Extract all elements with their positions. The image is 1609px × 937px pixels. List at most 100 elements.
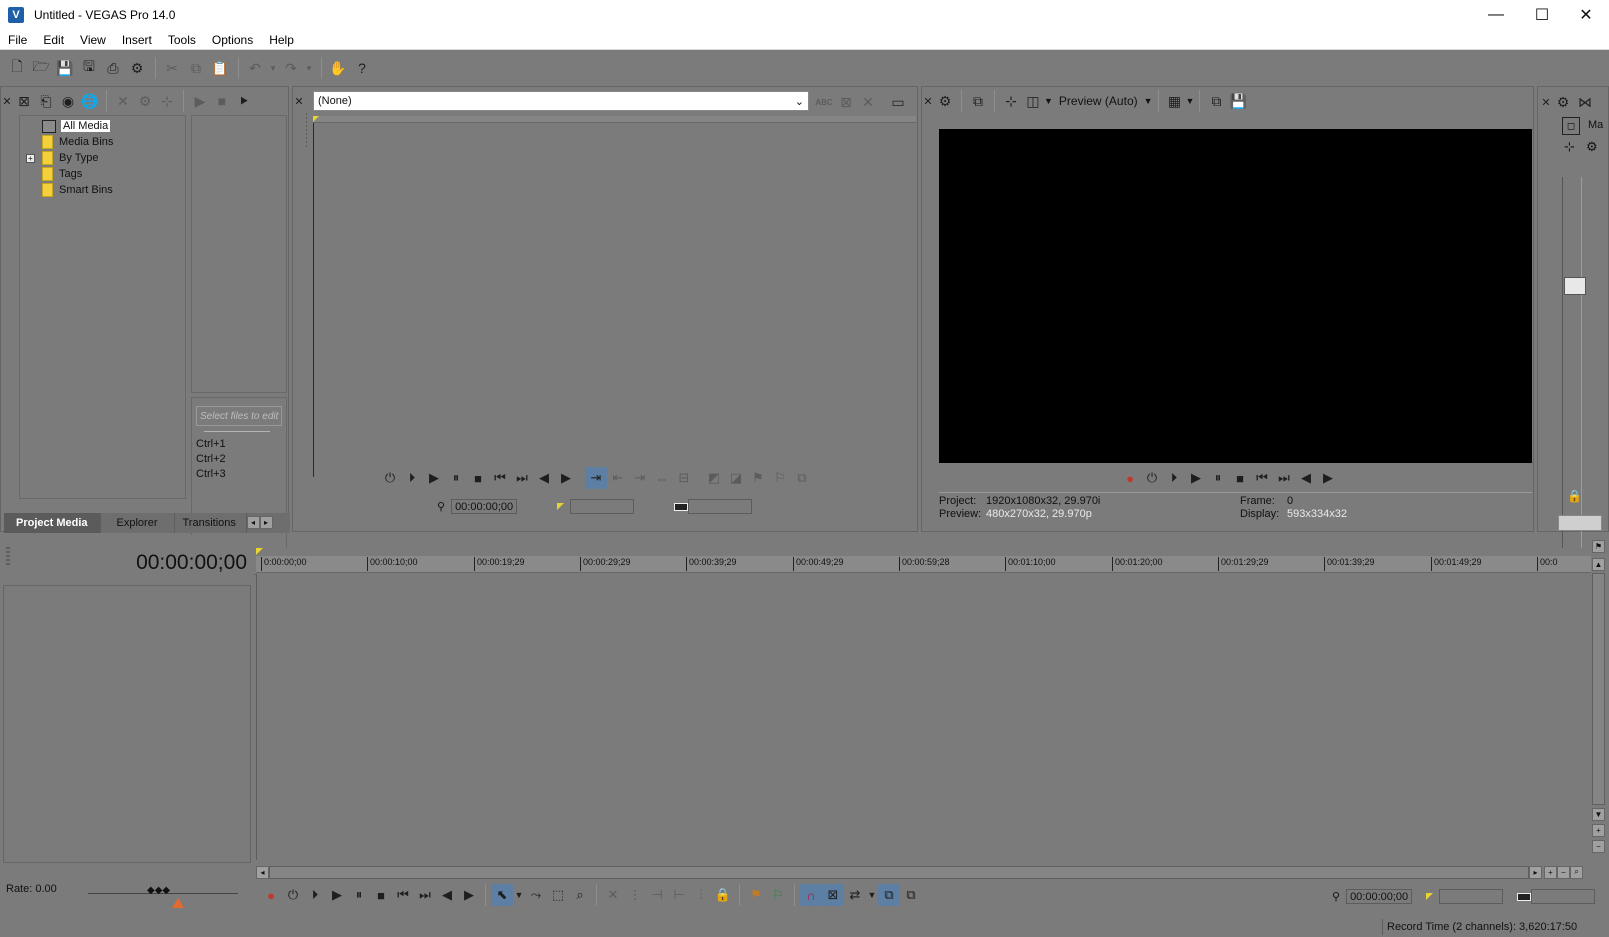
- copy-icon[interactable]: ⧉: [185, 57, 207, 79]
- record-icon[interactable]: ●: [1119, 467, 1141, 489]
- overwrite-icon[interactable]: ⊟: [673, 467, 695, 489]
- trimmer-timecode[interactable]: 00:00:00;00: [451, 499, 518, 514]
- fit-to-fill-icon[interactable]: ⇔: [651, 467, 673, 489]
- properties-gear-icon[interactable]: ⚙: [126, 57, 148, 79]
- save-icon[interactable]: 💾: [54, 57, 76, 79]
- time-ruler[interactable]: 0:00:00;00 00:00:10;00 00:00:19;29 00:00…: [256, 556, 1591, 573]
- tree-item-all-media[interactable]: All Media: [42, 118, 111, 134]
- tab-transitions[interactable]: Transitions: [175, 513, 247, 533]
- add-to-timeline-start-icon[interactable]: ⇤: [607, 467, 629, 489]
- overlays-dropdown-icon[interactable]: ▼: [1186, 96, 1195, 106]
- media-fx-icon[interactable]: ⊹: [156, 90, 178, 112]
- set-in-out-icon[interactable]: ◪: [725, 467, 747, 489]
- play-icon[interactable]: ▶: [326, 884, 348, 906]
- ignore-event-grouping-icon[interactable]: ⧉: [900, 884, 922, 906]
- mixer-navigation-icon[interactable]: ⋈: [1574, 91, 1596, 113]
- more-trim-options-icon[interactable]: ⧉: [791, 467, 813, 489]
- auto-crossfades-icon[interactable]: ⊠: [822, 884, 844, 906]
- menu-options[interactable]: Options: [204, 33, 261, 47]
- next-frame-icon[interactable]: ▶: [1317, 467, 1339, 489]
- loop-icon[interactable]: ⏻: [282, 884, 304, 906]
- master-properties-icon[interactable]: ⚙: [1552, 91, 1574, 113]
- trimmer-history-dropdown[interactable]: (None) ⌄: [313, 91, 809, 111]
- master-output-icon[interactable]: ◻: [1562, 117, 1580, 135]
- abc-spellcheck-icon[interactable]: ABC: [813, 91, 835, 113]
- render-as-icon[interactable]: ⎙: [102, 57, 124, 79]
- split-screen-icon[interactable]: ◫: [1022, 90, 1044, 112]
- tab-scroll-right-icon[interactable]: ▸: [259, 516, 273, 529]
- stop-icon[interactable]: ■: [370, 884, 392, 906]
- zoom-out-vertical-icon[interactable]: −: [1592, 840, 1605, 853]
- capture-video-icon[interactable]: ◉: [57, 90, 79, 112]
- loop-icon[interactable]: ⏻: [379, 467, 401, 489]
- stop-icon[interactable]: ■: [1229, 467, 1251, 489]
- selection-length-field[interactable]: [1531, 889, 1596, 904]
- zoom-tool-icon[interactable]: ⌕: [1570, 865, 1583, 879]
- get-media-from-web-icon[interactable]: 🌐: [79, 90, 101, 112]
- menu-edit[interactable]: Edit: [35, 33, 72, 47]
- minimize-button[interactable]: —: [1473, 0, 1519, 30]
- undo-icon[interactable]: ↶: [244, 57, 266, 79]
- overlays-grid-icon[interactable]: ▦: [1164, 90, 1186, 112]
- marker-flag-icon[interactable]: ⚑: [1592, 540, 1605, 553]
- tab-explorer[interactable]: Explorer: [101, 513, 175, 533]
- previous-frame-icon[interactable]: ◀: [436, 884, 458, 906]
- scroll-up-icon[interactable]: ▲: [1592, 558, 1605, 571]
- rate-slider-handle-icon[interactable]: ◆◆◆: [147, 885, 170, 896]
- go-to-start-icon[interactable]: ⏮: [1251, 467, 1273, 489]
- menu-view[interactable]: View: [72, 33, 114, 47]
- menu-file[interactable]: File: [0, 33, 35, 47]
- tab-scroll-left-icon[interactable]: ◂: [246, 516, 260, 529]
- redo-dropdown-icon[interactable]: ▾: [304, 57, 314, 79]
- tree-item-tags[interactable]: Tags: [42, 166, 82, 182]
- normal-edit-tool-icon[interactable]: ⬉: [491, 884, 513, 906]
- menu-insert[interactable]: Insert: [114, 33, 160, 47]
- clear-history-icon[interactable]: ⊠: [835, 91, 857, 113]
- play-icon[interactable]: ▶: [1185, 467, 1207, 489]
- close-panel-icon[interactable]: ✕: [1, 90, 13, 112]
- create-subclip-icon[interactable]: ◩: [703, 467, 725, 489]
- auto-preview-icon[interactable]: ⯈: [233, 90, 255, 112]
- insert-region-icon[interactable]: ⚐: [769, 467, 791, 489]
- record-icon[interactable]: ●: [260, 884, 282, 906]
- timeline-tracks[interactable]: [256, 574, 1591, 860]
- go-to-start-icon[interactable]: ⏮: [392, 884, 414, 906]
- edit-tool-dropdown-icon[interactable]: ▼: [513, 884, 525, 906]
- preview-properties-icon[interactable]: ⚙: [934, 90, 956, 112]
- preview-quality-label[interactable]: Preview (Auto): [1059, 94, 1138, 108]
- expand-icon[interactable]: +: [26, 153, 35, 163]
- menu-help[interactable]: Help: [261, 33, 302, 47]
- media-properties-icon[interactable]: ⚙: [134, 90, 156, 112]
- trim-start-icon[interactable]: ⊣: [646, 884, 668, 906]
- master-fader-handle[interactable]: [1564, 277, 1586, 295]
- timeline-vertical-scrollbar[interactable]: ⚑ ▲ ▼ + −: [1591, 540, 1607, 858]
- maximize-button[interactable]: ☐: [1519, 0, 1565, 30]
- play-from-start-icon[interactable]: ⏵: [304, 884, 326, 906]
- paste-icon[interactable]: 📋: [209, 57, 231, 79]
- trim-icon[interactable]: ⋮: [624, 884, 646, 906]
- tree-item-smart-bins[interactable]: Smart Bins: [42, 182, 113, 198]
- lock-envelopes-icon[interactable]: ⧉: [878, 884, 900, 906]
- delete-icon[interactable]: ✕: [112, 90, 134, 112]
- delete-icon[interactable]: ✕: [602, 884, 624, 906]
- pause-icon[interactable]: ⏸: [348, 884, 370, 906]
- next-frame-icon[interactable]: ▶: [555, 467, 577, 489]
- selection-start-field[interactable]: [1439, 889, 1504, 904]
- auto-ripple-icon[interactable]: ⇄: [844, 884, 866, 906]
- hand-icon[interactable]: ✋: [327, 57, 349, 79]
- play-preview-icon[interactable]: ▶: [189, 90, 211, 112]
- zoom-out-time-icon[interactable]: −: [1557, 865, 1570, 879]
- auto-ripple-dropdown-icon[interactable]: ▼: [866, 884, 878, 906]
- selection-start-field[interactable]: [570, 499, 635, 514]
- selection-edit-tool-icon[interactable]: ⬚: [547, 884, 569, 906]
- previous-frame-icon[interactable]: ◀: [1295, 467, 1317, 489]
- add-to-timeline-end-icon[interactable]: ⇥: [629, 467, 651, 489]
- play-icon[interactable]: ▶: [423, 467, 445, 489]
- remove-unused-media-icon[interactable]: ⊠: [13, 90, 35, 112]
- go-to-end-icon[interactable]: ⏭: [511, 467, 533, 489]
- selection-length-field[interactable]: [688, 499, 753, 514]
- previous-frame-icon[interactable]: ◀: [533, 467, 555, 489]
- stop-preview-icon[interactable]: ■: [211, 90, 233, 112]
- play-from-start-icon[interactable]: ⏵: [1163, 467, 1185, 489]
- scroll-right-icon[interactable]: ▸: [1529, 865, 1542, 879]
